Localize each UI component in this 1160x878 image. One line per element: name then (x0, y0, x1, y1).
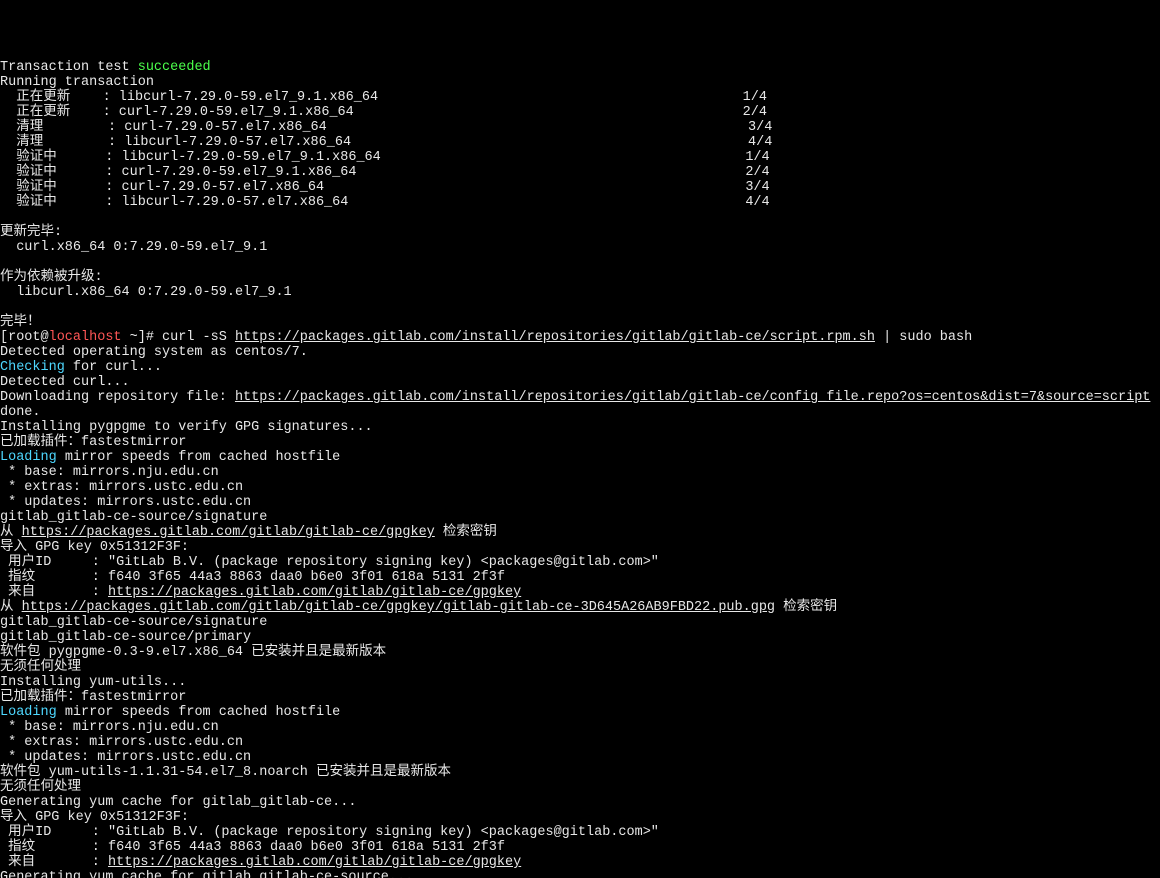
text: 清理 : curl-7.29.0-57.el7.x86_64 3/4 (0, 120, 772, 135)
text: gitlab_gitlab-ce-source/signature (0, 510, 267, 525)
text: * base: mirrors.nju.edu.cn (0, 465, 219, 480)
prompt-command[interactable]: ~]# curl -sS (122, 330, 235, 345)
gpg-pub-key-url[interactable]: https://packages.gitlab.com/gitlab/gitla… (22, 600, 775, 615)
text: 已加载插件：fastestmirror (0, 690, 186, 705)
prompt-host: localhost (49, 330, 122, 345)
terminal-output: Transaction test succeeded Running trans… (0, 60, 1160, 878)
checking-keyword: Checking (0, 360, 65, 375)
text: Downloading repository file: (0, 390, 235, 405)
text: 导入 GPG key 0x51312F3F: (0, 810, 189, 825)
prompt-command-suffix[interactable]: | sudo bash (875, 330, 972, 345)
text: 检索密钥 (775, 600, 837, 615)
text: Running transaction (0, 75, 154, 90)
text: 指纹 : f640 3f65 44a3 8863 daa0 b6e0 3f01 … (0, 840, 505, 855)
text: gitlab_gitlab-ce-source/signature (0, 615, 267, 630)
loading-keyword: Loading (0, 450, 57, 465)
prompt-prefix: [root@ (0, 330, 49, 345)
text: Installing pygpgme to verify GPG signatu… (0, 420, 373, 435)
text: * extras: mirrors.ustc.edu.cn (0, 735, 243, 750)
text: * base: mirrors.nju.edu.cn (0, 720, 219, 735)
text: 检索密钥 (435, 525, 497, 540)
text: Detected operating system as centos/7. (0, 345, 308, 360)
text: 无须任何处理 (0, 780, 81, 795)
text: 完毕！ (0, 315, 41, 330)
text: * updates: mirrors.ustc.edu.cn (0, 495, 251, 510)
text: * updates: mirrors.ustc.edu.cn (0, 750, 251, 765)
tx-text: Transaction test (0, 60, 138, 75)
script-url[interactable]: https://packages.gitlab.com/install/repo… (235, 330, 875, 345)
gpg-key-url[interactable]: https://packages.gitlab.com/gitlab/gitla… (108, 585, 521, 600)
text: 验证中 : libcurl-7.29.0-57.el7.x86_64 4/4 (0, 195, 770, 210)
text: 验证中 : libcurl-7.29.0-59.el7_9.1.x86_64 1… (0, 150, 770, 165)
text: 验证中 : curl-7.29.0-59.el7_9.1.x86_64 2/4 (0, 165, 770, 180)
text: 软件包 pygpgme-0.3-9.el7.x86_64 已安装并且是最新版本 (0, 645, 386, 660)
loading-keyword: Loading (0, 705, 57, 720)
text: Generating yum cache for gitlab_gitlab-c… (0, 870, 413, 878)
text: * extras: mirrors.ustc.edu.cn (0, 480, 243, 495)
text: 用户ID : "GitLab B.V. (package repository … (0, 825, 659, 840)
text: libcurl.x86_64 0:7.29.0-59.el7_9.1 (0, 285, 292, 300)
tx-status: succeeded (138, 60, 211, 75)
text: curl.x86_64 0:7.29.0-59.el7_9.1 (0, 240, 267, 255)
text: 从 (0, 600, 22, 615)
text: 从 (0, 525, 22, 540)
text: Generating yum cache for gitlab_gitlab-c… (0, 795, 356, 810)
repo-config-url[interactable]: https://packages.gitlab.com/install/repo… (235, 390, 1150, 405)
text: 指纹 : f640 3f65 44a3 8863 daa0 b6e0 3f01 … (0, 570, 505, 585)
text: 清理 : libcurl-7.29.0-57.el7.x86_64 4/4 (0, 135, 772, 150)
text: 正在更新 : libcurl-7.29.0-59.el7_9.1.x86_64 … (0, 90, 767, 105)
text: mirror speeds from cached hostfile (57, 705, 341, 720)
text: 软件包 yum-utils-1.1.31-54.el7_8.noarch 已安装… (0, 765, 451, 780)
text: done. (0, 405, 41, 420)
text: 已加载插件：fastestmirror (0, 435, 186, 450)
text: Installing yum-utils... (0, 675, 186, 690)
text: 来自 : (0, 585, 108, 600)
text: 用户ID : "GitLab B.V. (package repository … (0, 555, 659, 570)
text: gitlab_gitlab-ce-source/primary (0, 630, 251, 645)
text: for curl... (65, 360, 162, 375)
gpg-key-url[interactable]: https://packages.gitlab.com/gitlab/gitla… (22, 525, 435, 540)
text: Detected curl... (0, 375, 130, 390)
text: 验证中 : curl-7.29.0-57.el7.x86_64 3/4 (0, 180, 770, 195)
text: 无须任何处理 (0, 660, 81, 675)
text: 正在更新 : curl-7.29.0-59.el7_9.1.x86_64 2/4 (0, 105, 767, 120)
text: 导入 GPG key 0x51312F3F: (0, 540, 189, 555)
text: 更新完毕: (0, 225, 62, 240)
text: mirror speeds from cached hostfile (57, 450, 341, 465)
text: 作为依赖被升级: (0, 270, 103, 285)
